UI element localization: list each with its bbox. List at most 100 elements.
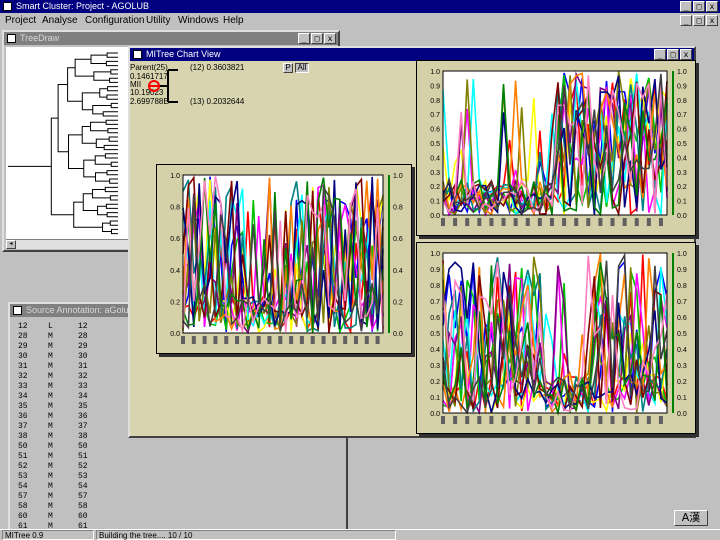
tree-branch — [99, 88, 108, 98]
tree-branch — [109, 220, 118, 226]
menu-configuration[interactable]: Configuration — [85, 13, 144, 28]
all-button[interactable]: All — [295, 63, 309, 73]
tree-branch — [103, 144, 118, 151]
id-cell: 52 — [18, 462, 28, 471]
chart-bottom-right[interactable]: 1.0 1.0 0.9 0.9 0.8 0.8 0.7 0.7 0.6 0.6 0.5 0.5 0.4 0… — [416, 242, 696, 434]
y-tick-label: 0.0 — [430, 213, 440, 220]
x-tick-label — [477, 218, 482, 226]
menu-windows[interactable]: Windows — [178, 13, 219, 28]
tree-branch — [94, 155, 112, 165]
tree-branch — [109, 77, 118, 83]
y-tick-label: 0.3 — [430, 170, 440, 177]
tree-branch — [57, 84, 69, 153]
tree-branch — [110, 69, 118, 75]
chartview-minimize-button[interactable]: _ — [654, 49, 666, 60]
mdi-close-button[interactable]: x — [706, 15, 718, 26]
treedraw-minimize-button[interactable]: _ — [298, 33, 310, 44]
x-tick-label — [525, 416, 530, 424]
app-maximize-button[interactable]: □ — [693, 1, 705, 12]
y-tick-label: 1.0 — [170, 173, 180, 180]
x-tick-label — [574, 416, 579, 424]
tree-canvas[interactable] — [6, 47, 128, 241]
y-tick-label-right: 0.9 — [677, 267, 687, 274]
y-tick-label: 1.0 — [430, 251, 440, 258]
x-tick-label — [181, 336, 185, 344]
chartview-maximize-button[interactable]: □ — [667, 49, 679, 60]
x-tick-label — [586, 416, 591, 424]
app-title: Smart Cluster: Project - AGOLUB — [16, 1, 150, 11]
id-cell: 30 — [78, 352, 88, 361]
chart-main-plot: 1.0 1.0 0.8 0.8 0.6 0.6 0.4 0.4 0.2 0.2 0.0 0.0 — [170, 173, 403, 344]
id-cell: 12 — [78, 322, 88, 331]
child-bottom-value: (13) 0.2032644 — [190, 97, 245, 106]
y-tick-label: 0.4 — [170, 268, 180, 275]
id-cell: 33 — [78, 382, 88, 391]
id-cell: 12 — [18, 322, 28, 331]
class-cell: M — [48, 402, 53, 411]
treedraw-close-button[interactable]: x — [324, 33, 336, 44]
treedraw-titlebar[interactable]: TreeDraw _ □ x — [4, 32, 338, 45]
tree-branch — [108, 136, 118, 142]
chartview-icon — [133, 50, 142, 59]
tree-branch — [110, 228, 118, 235]
menu-project[interactable]: Project — [5, 13, 36, 28]
p-button[interactable]: P — [283, 63, 293, 73]
chart-top-right[interactable]: 1.0 1.0 0.9 0.9 0.8 0.8 0.7 0.7 0.6 0.6 0.5 0.5 0.4 0… — [416, 60, 696, 236]
id-cell: 36 — [18, 412, 28, 421]
id-cell: 51 — [18, 452, 28, 461]
treedraw-maximize-button[interactable]: □ — [311, 33, 323, 44]
x-tick-label — [501, 416, 506, 424]
chartview-close-button[interactable]: x — [680, 49, 692, 60]
id-cell: 38 — [18, 432, 28, 441]
x-tick-label — [310, 336, 315, 344]
class-cell: M — [48, 422, 53, 431]
x-tick-label — [191, 336, 196, 344]
y-tick-label: 0.8 — [170, 205, 180, 212]
x-tick-label — [537, 416, 542, 424]
status-message: Building the tree.... 10 / 10 — [96, 530, 396, 540]
x-tick-label — [634, 416, 639, 424]
app-minimize-button[interactable]: _ — [680, 1, 692, 12]
y-tick-label-right: 0.8 — [677, 98, 687, 105]
x-tick-label — [441, 218, 445, 226]
tree-hscrollbar[interactable]: ◂ — [6, 239, 128, 249]
mdi-minimize-button[interactable]: _ — [680, 15, 692, 26]
id-cell: 58 — [78, 502, 88, 511]
id-cell: 36 — [78, 412, 88, 421]
y-tick-label: 0.8 — [430, 283, 440, 290]
chart-main[interactable]: 1.0 1.0 0.8 0.8 0.6 0.6 0.4 0.4 0.2 0.2 0.0 0.0 — [156, 164, 412, 354]
y-tick-label: 0.7 — [430, 112, 440, 119]
y-tick-label-right: 0.0 — [677, 213, 687, 220]
id-cell: 30 — [18, 352, 28, 361]
menu-analyse[interactable]: Analyse — [42, 13, 78, 28]
status-bar: MITree 0.9 Building the tree.... 10 / 10 — [0, 529, 720, 540]
x-tick-label — [574, 218, 579, 226]
ime-indicator[interactable]: A漢 — [674, 510, 708, 526]
mdi-restore-button[interactable]: □ — [693, 15, 705, 26]
menu-help[interactable]: Help — [223, 13, 244, 28]
y-tick-label-right: 0.4 — [393, 268, 403, 275]
chart-bottom-right-plot: 1.0 1.0 0.9 0.9 0.8 0.8 0.7 0.7 0.6 0.6 0.5 0.5 0.4 0… — [430, 251, 687, 424]
x-tick-label — [634, 218, 639, 226]
class-cell: M — [48, 332, 53, 341]
x-tick-label — [299, 336, 304, 344]
x-tick-label — [202, 336, 207, 344]
class-cell: M — [48, 362, 53, 371]
app-close-button[interactable]: x — [706, 1, 718, 12]
id-cell: 58 — [18, 502, 28, 511]
class-cell: M — [48, 462, 53, 471]
id-cell: 37 — [78, 422, 88, 431]
app-titlebar: Smart Cluster: Project - AGOLUB _ □ x — [0, 0, 720, 13]
tree-branch — [95, 138, 110, 148]
id-cell: 54 — [18, 482, 28, 491]
scroll-left-arrow-icon[interactable]: ◂ — [6, 240, 16, 249]
menu-utility[interactable]: Utility — [146, 13, 170, 28]
y-tick-label: 0.8 — [430, 98, 440, 105]
x-tick-label — [549, 416, 554, 424]
y-tick-label: 0.1 — [430, 199, 440, 206]
id-cell: 53 — [78, 472, 88, 481]
status-version: MITree 0.9 — [2, 530, 94, 540]
x-tick-label — [465, 218, 470, 226]
id-cell: 28 — [78, 332, 88, 341]
y-tick-label: 0.7 — [430, 299, 440, 306]
